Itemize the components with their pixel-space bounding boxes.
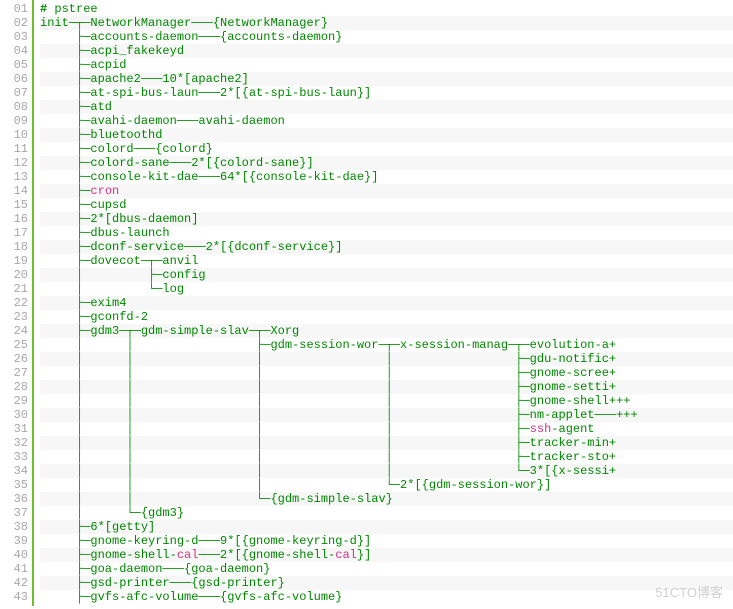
code-line: ├─gvfs-afc-volume───{gvfs-afc-volume} — [40, 590, 733, 604]
line-number: 29 — [0, 394, 28, 408]
code-line: ├─at-spi-bus-laun───2*[{at-spi-bus-laun}… — [40, 86, 733, 100]
code-line: ├─gconfd-2 — [40, 310, 733, 324]
line-number: 13 — [0, 170, 28, 184]
line-number: 32 — [0, 436, 28, 450]
code-line: ├─acpid — [40, 58, 733, 72]
line-number: 33 — [0, 450, 28, 464]
line-number: 31 — [0, 422, 28, 436]
code-line: │ │ │ │ ├─tracker-sto+ — [40, 450, 733, 464]
code-line: ├─gdm3─┬─gdm-simple-slav─┬─Xorg — [40, 324, 733, 338]
code-line: │ └─{gdm3} — [40, 506, 733, 520]
code-line: ├─dovecot─┬─anvil — [40, 254, 733, 268]
code-line: ├─6*[getty] — [40, 520, 733, 534]
line-number: 09 — [0, 114, 28, 128]
code-line: ├─cron — [40, 184, 733, 198]
code-line: ├─gsd-printer───{gsd-printer} — [40, 576, 733, 590]
line-number: 05 — [0, 58, 28, 72]
code-line: │ │ │ │ ├─nm-applet───+++ — [40, 408, 733, 422]
code-line: │ │ │ │ ├─gdu-notific+ — [40, 352, 733, 366]
code-line: ├─bluetoothd — [40, 128, 733, 142]
code-line: │ │ └─{gdm-simple-slav} — [40, 492, 733, 506]
line-number: 20 — [0, 268, 28, 282]
code-line: │ │ │ │ ├─gnome-shell+++ — [40, 394, 733, 408]
line-number: 21 — [0, 282, 28, 296]
line-number: 07 — [0, 86, 28, 100]
line-number: 38 — [0, 520, 28, 534]
code-line: │ └─log — [40, 282, 733, 296]
line-number: 18 — [0, 240, 28, 254]
line-number: 39 — [0, 534, 28, 548]
code-block: 0102030405060708091011121314151617181920… — [0, 0, 733, 606]
code-line: ├─apache2───10*[apache2] — [40, 72, 733, 86]
code-line: ├─exim4 — [40, 296, 733, 310]
line-number: 24 — [0, 324, 28, 338]
code-line: │ │ │ │ ├─gnome-setti+ — [40, 380, 733, 394]
code-line: │ │ │ │ ├─gnome-scree+ — [40, 366, 733, 380]
code-line: ├─2*[dbus-daemon] — [40, 212, 733, 226]
line-number: 17 — [0, 226, 28, 240]
line-number: 28 — [0, 380, 28, 394]
line-number: 27 — [0, 366, 28, 380]
code-line: ├─acpi_fakekeyd — [40, 44, 733, 58]
line-number: 08 — [0, 100, 28, 114]
code-line: ├─cupsd — [40, 198, 733, 212]
line-number: 30 — [0, 408, 28, 422]
line-number: 03 — [0, 30, 28, 44]
code-line: │ │ │ └─2*[{gdm-session-wor}] — [40, 478, 733, 492]
line-number: 22 — [0, 296, 28, 310]
code-line: │ │ │ │ ├─ssh-agent — [40, 422, 733, 436]
code-line: init─┬─NetworkManager───{NetworkManager} — [40, 16, 733, 30]
line-number: 15 — [0, 198, 28, 212]
line-number: 37 — [0, 506, 28, 520]
code-line: ├─goa-daemon───{goa-daemon} — [40, 562, 733, 576]
code-line: │ ├─config — [40, 268, 733, 282]
code-line: ├─dconf-service───2*[{dconf-service}] — [40, 240, 733, 254]
code-line: │ │ │ │ ├─tracker-min+ — [40, 436, 733, 450]
line-number: 23 — [0, 310, 28, 324]
line-number: 04 — [0, 44, 28, 58]
line-number: 40 — [0, 548, 28, 562]
line-number: 16 — [0, 212, 28, 226]
code-line: ├─dbus-launch — [40, 226, 733, 240]
code-line: # pstree — [40, 2, 733, 16]
line-number-gutter: 0102030405060708091011121314151617181920… — [0, 0, 34, 606]
line-number: 26 — [0, 352, 28, 366]
code-line: ├─accounts-daemon───{accounts-daemon} — [40, 30, 733, 44]
code-content: # pstreeinit─┬─NetworkManager───{Network… — [34, 0, 733, 606]
code-line: ├─console-kit-dae───64*[{console-kit-dae… — [40, 170, 733, 184]
line-number: 02 — [0, 16, 28, 30]
line-number: 06 — [0, 72, 28, 86]
line-number: 01 — [0, 2, 28, 16]
code-line: ├─gnome-shell-cal───2*[{gnome-shell-cal}… — [40, 548, 733, 562]
code-line: ├─colord-sane───2*[{colord-sane}] — [40, 156, 733, 170]
line-number: 36 — [0, 492, 28, 506]
line-number: 25 — [0, 338, 28, 352]
code-line: ├─atd — [40, 100, 733, 114]
line-number: 14 — [0, 184, 28, 198]
code-line: ├─gnome-keyring-d───9*[{gnome-keyring-d}… — [40, 534, 733, 548]
line-number: 43 — [0, 590, 28, 604]
line-number: 42 — [0, 576, 28, 590]
code-line: ├─colord───{colord} — [40, 142, 733, 156]
line-number: 19 — [0, 254, 28, 268]
code-line: │ │ ├─gdm-session-wor─┬─x-session-manag─… — [40, 338, 733, 352]
code-line: ├─avahi-daemon───avahi-daemon — [40, 114, 733, 128]
code-line: │ │ │ │ └─3*[{x-sessi+ — [40, 464, 733, 478]
line-number: 34 — [0, 464, 28, 478]
line-number: 10 — [0, 128, 28, 142]
line-number: 41 — [0, 562, 28, 576]
line-number: 12 — [0, 156, 28, 170]
line-number: 35 — [0, 478, 28, 492]
line-number: 11 — [0, 142, 28, 156]
